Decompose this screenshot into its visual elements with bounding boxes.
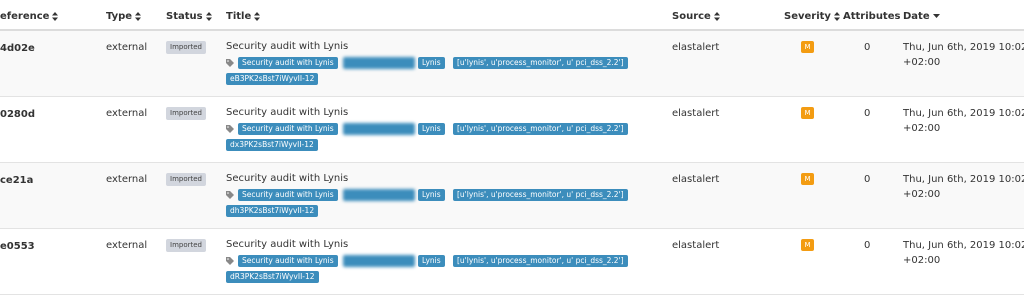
column-label: Attributes [843,11,901,22]
column-label: Severity [784,11,831,22]
tag-redacted[interactable] [343,255,415,267]
source-text: elastalert [672,108,720,119]
tag[interactable]: [u'lynis', u'process_monitor', u' pci_ds… [453,189,628,201]
reference-link[interactable]: e0553 [0,241,35,252]
source-text: elastalert [672,174,720,185]
alert-title-link[interactable]: Security audit with Lynis [226,239,348,250]
column-label: Status [166,11,203,22]
tag-list: Security audit with Lynis Lynis [u'lynis',… [226,189,646,221]
column-label: Title [226,11,252,22]
tag[interactable]: dh3PK2sBst7iWyvII-12 [226,205,319,217]
tag[interactable]: eB3PK2sBst7iWyvII-12 [226,73,319,85]
tag[interactable]: dx3PK2sBst7iWyvII-12 [226,139,318,151]
column-date[interactable]: Date [903,11,940,22]
tag[interactable]: Lynis [418,189,445,201]
table-row[interactable]: e0553 external Imported Security audit with… [0,229,1024,295]
tag-icon [226,59,235,70]
tag[interactable]: dR3PK2sBst7iWyvII-12 [226,271,319,283]
alert-title-link[interactable]: Security audit with Lynis [226,107,348,118]
severity-badge: M [801,173,814,185]
alert-title-link[interactable]: Security audit with Lynis [226,41,348,52]
column-title[interactable]: Title [226,11,261,22]
attributes-count: 0 [864,42,871,53]
severity-badge: M [801,41,814,53]
reference-link[interactable]: 0280d [0,109,35,120]
reference-link[interactable]: 4d02e [0,43,35,54]
tag[interactable]: [u'lynis', u'process_monitor', u' pci_ds… [453,57,628,69]
column-severity[interactable]: Severity [784,11,840,22]
tag-redacted[interactable] [343,189,415,201]
attributes-count: 0 [864,108,871,119]
column-source[interactable]: Source [672,11,720,22]
attributes-count: 0 [864,174,871,185]
severity-badge: M [801,239,814,251]
column-type[interactable]: Type [106,11,142,22]
column-label: Source [672,11,711,22]
tag[interactable]: Lynis [418,57,445,69]
tag-list: Security audit with Lynis Lynis [u'lynis',… [226,255,646,287]
column-reference[interactable]: eference [0,11,59,22]
column-status[interactable]: Status [166,11,212,22]
type-text: external [106,174,148,185]
tag-list: Security audit with Lynis Lynis [u'lynis',… [226,123,646,155]
type-text: external [106,42,148,53]
date-line-2: +02:00 [903,123,941,134]
date-line-1: Thu, Jun 6th, 2019 10:02 [903,240,1024,251]
sort-icon[interactable] [135,11,142,21]
alert-title-link[interactable]: Security audit with Lynis [226,173,348,184]
date-line-2: +02:00 [903,189,941,200]
table-row[interactable]: ce21a external Imported Security audit with… [0,163,1024,229]
tag[interactable]: Security audit with Lynis [238,57,338,69]
table-header: eference Type Status Title Source Severi… [0,0,1024,31]
tag-redacted[interactable] [343,57,415,69]
column-label: eference [0,11,50,22]
column-label: Date [903,11,930,22]
status-badge: Imported [166,41,206,54]
tag[interactable]: [u'lynis', u'process_monitor', u' pci_ds… [453,123,628,135]
tag-redacted[interactable] [343,123,415,135]
attributes-count: 0 [864,240,871,251]
tag[interactable]: Lynis [418,123,445,135]
source-text: elastalert [672,42,720,53]
tag-icon [226,125,235,136]
sort-icon[interactable] [205,11,212,21]
sort-icon[interactable] [254,11,261,21]
tag[interactable]: Lynis [418,255,445,267]
reference-link[interactable]: ce21a [0,175,33,186]
status-badge: Imported [166,107,206,120]
tag-icon [226,191,235,202]
sort-icon[interactable] [833,11,840,21]
tag[interactable]: Security audit with Lynis [238,255,338,267]
status-badge: Imported [166,239,206,252]
status-badge: Imported [166,173,206,186]
type-text: external [106,108,148,119]
table-row[interactable]: 0280d external Imported Security audit with… [0,97,1024,163]
sort-icon[interactable] [52,11,59,21]
tag[interactable]: Security audit with Lynis [238,123,338,135]
date-line-1: Thu, Jun 6th, 2019 10:02 [903,174,1024,185]
severity-badge: M [801,107,814,119]
date-line-1: Thu, Jun 6th, 2019 10:02 [903,42,1024,53]
tag[interactable]: [u'lynis', u'process_monitor', u' pci_ds… [453,255,628,267]
tag[interactable]: Security audit with Lynis [238,189,338,201]
tag-list: Security audit with Lynis Lynis [u'lynis',… [226,57,646,89]
date-line-1: Thu, Jun 6th, 2019 10:02 [903,108,1024,119]
type-text: external [106,240,148,251]
date-line-2: +02:00 [903,255,941,266]
column-attributes: Attributes [843,11,900,22]
date-line-2: +02:00 [903,57,941,68]
table-row[interactable]: 4d02e external Imported Security audit with… [0,31,1024,97]
tag-icon [226,257,235,268]
column-label: Type [106,11,133,22]
sort-icon[interactable] [713,11,720,21]
source-text: elastalert [672,240,720,251]
sort-desc-icon[interactable] [932,13,940,19]
